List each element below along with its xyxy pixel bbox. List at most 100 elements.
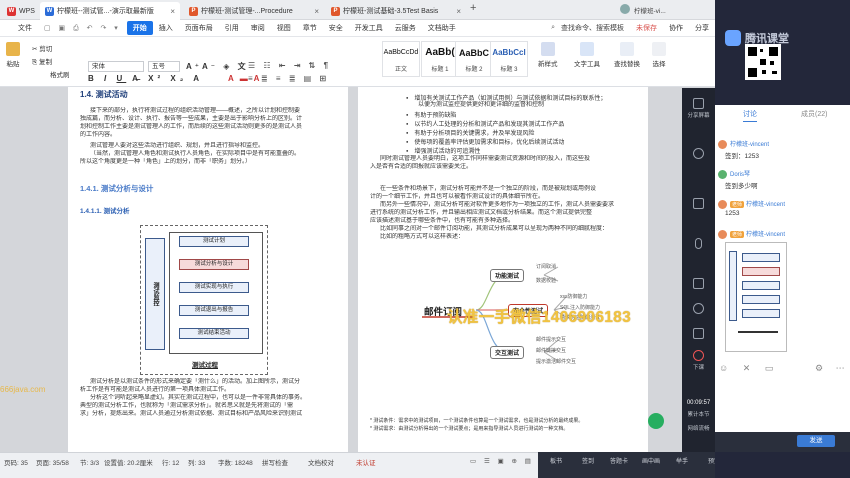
new-style-button[interactable]: 新样式 (538, 42, 558, 68)
menu-layout[interactable]: 页面布局 (179, 23, 219, 33)
end-class-button[interactable]: 下课 (682, 350, 715, 371)
paragraph-align-icons[interactable]: ≡ ≣ ≡ ≣ ▤ ⊞ (248, 74, 329, 83)
font-size-select[interactable]: 五号 (148, 61, 180, 72)
chat-message-text: 1253 (725, 210, 740, 217)
wps-logo-icon: W (7, 6, 16, 16)
live-tool-hand[interactable]: 举手 (676, 456, 688, 465)
menu-review[interactable]: 审阅 (245, 23, 271, 33)
section-heading: 1.4. 测试活动 (80, 90, 128, 99)
tab-wps-home[interactable]: W WPS (2, 2, 40, 20)
live-button[interactable] (682, 148, 715, 161)
bullet-item: 增强测试活动的可追溯性 (406, 146, 480, 155)
menu-home[interactable]: 开始 (126, 21, 153, 35)
sound-button[interactable] (682, 278, 715, 291)
font-family-select[interactable]: 宋体 (88, 61, 144, 72)
quick-access-icons[interactable]: ▢ ▣ ⎙ ↶ ↷ ▾ (38, 24, 127, 33)
status-section: 节: 3/3 (80, 460, 100, 467)
qr-code (745, 44, 781, 80)
paste-button[interactable]: 粘贴 (6, 42, 20, 68)
avatar (718, 169, 727, 179)
menu-insert[interactable]: 插入 (153, 23, 179, 33)
font-grow-shrink-icons[interactable]: A⁺A⁻ ◈ 文 (186, 61, 249, 72)
status-proofread[interactable]: 文档校对 (308, 457, 334, 467)
tab-members[interactable]: 成员(22) (801, 109, 827, 119)
chat-input-tools-icons[interactable]: ☺ ✕ ▭ (719, 363, 779, 374)
thumb-caption-line (738, 329, 778, 333)
status-position: 设置值: 20.2厘米 (104, 460, 153, 467)
process-step: 测试计划 (179, 236, 249, 247)
avatar[interactable] (620, 4, 630, 14)
bullet-continuation: 以便为测试监控提供更好和更详细的监督和控制 (418, 102, 545, 108)
status-words[interactable]: 字数: 18248 (218, 457, 253, 467)
chat-message-text: 签到多少啊 (725, 183, 758, 190)
bullet-item: 以节约人工处理的分析和测试产品和发现其测试工作产品 (406, 119, 564, 128)
music-button[interactable] (682, 303, 715, 316)
chat-message-header: 柠檬班-vincent (718, 139, 769, 149)
tab-document-active[interactable]: W 柠檬班--测试管...-演示取最新版 × (40, 2, 180, 20)
menu-view[interactable]: 视图 (271, 23, 297, 33)
text-tool-button[interactable]: 文字工具 (574, 42, 600, 68)
menu-reference[interactable]: 引用 (219, 23, 245, 33)
hand-button[interactable] (682, 328, 715, 341)
view-mode-icons[interactable]: ▭ ☰ ▣ ⊕ ▤ ◎ (470, 457, 547, 465)
command-search[interactable]: 查找命令、搜索模板 (561, 23, 630, 33)
chat-panel: 讨论 成员(22) 柠檬班-vincent 签到：1253 Doris琴 签到多… (715, 105, 850, 435)
style-heading3[interactable]: AaBbCcl 标题 3 (490, 41, 528, 77)
style-heading2[interactable]: AaBbC 标题 2 (455, 41, 493, 77)
cut-button[interactable]: ✂ 剪切 (32, 43, 52, 53)
process-step: 测试结束活动 (179, 328, 249, 339)
close-tab-icon[interactable]: × (170, 7, 175, 16)
menu-cloud[interactable]: 云服务 (389, 23, 422, 33)
send-button[interactable]: 发送 (797, 435, 835, 447)
mic-button[interactable] (682, 238, 715, 251)
style-normal[interactable]: AaBbCcDd 正文 (382, 41, 420, 77)
tab-discussion[interactable]: 讨论 (743, 109, 757, 122)
style-heading1[interactable]: AaBb(标题 1 (421, 41, 459, 77)
menu-chapter[interactable]: 章节 (297, 23, 323, 33)
unsaved-label[interactable]: 未保存 (630, 23, 663, 33)
process-step: 测试退出与报告 (179, 305, 249, 316)
tab-test-basis[interactable]: P 柠檬班-测试基础-3.5Test Basis × (326, 2, 466, 20)
assistant-float-icon[interactable] (648, 413, 664, 429)
search-icon[interactable]: ⌕ (545, 24, 561, 32)
menu-devtools[interactable]: 开发工具 (349, 23, 389, 33)
avatar (718, 139, 727, 149)
select-button[interactable]: 选择 (652, 42, 666, 68)
page-left: 1.4. 测试活动 接下来的部分，执行将测试过程的组织活动管理——概述，之所以计… (68, 87, 348, 452)
menu-doc-assistant[interactable]: 文档助手 (422, 23, 462, 33)
status-page[interactable]: 页面: 35/58 (36, 457, 69, 467)
paragraph-line: 的工作内容。 (80, 132, 117, 138)
power-icon (693, 350, 704, 361)
status-certification[interactable]: 未认证 (356, 457, 376, 467)
tab-procedure[interactable]: P 柠檬班-测试管理-...Procedure × (184, 2, 324, 20)
copy-button[interactable]: ⎘ 复制 (32, 56, 52, 67)
live-tool-pip[interactable]: 画中画 (642, 456, 660, 465)
paste-icon (6, 42, 20, 56)
new-tab-icon[interactable]: + (470, 2, 476, 14)
live-tool-board[interactable]: 板书 (550, 456, 562, 465)
paragraph-list-icons[interactable]: ☰ ☷ ⇤ ⇥ ⇅ ¶ (248, 61, 331, 70)
chat-settings-icons[interactable]: ⚙ ⋯ (815, 363, 850, 374)
bold-italic-underline-icons[interactable]: B I U A̶ X² X₂ A (88, 74, 203, 83)
word-doc-icon: W (45, 6, 54, 16)
status-spell-check[interactable]: 拼写检查 (262, 457, 288, 467)
chat-image-thumbnail[interactable] (725, 242, 787, 352)
mindmap-leaf: 邮件链接交互 (536, 348, 567, 354)
live-tool-signin[interactable]: 签到 (582, 456, 594, 465)
share-screen-button[interactable]: 分享屏幕 (682, 98, 715, 119)
close-tab-icon[interactable]: × (314, 7, 319, 16)
format-painter-button[interactable]: 格式刷 (50, 69, 70, 79)
close-tab-icon[interactable]: × (456, 7, 461, 16)
share-button[interactable]: 分享 (689, 23, 715, 33)
thumb-side-box (729, 251, 737, 321)
status-row: 行: 12 (162, 460, 180, 467)
live-tool-quiz[interactable]: 答题卡 (610, 456, 628, 465)
document-area[interactable]: 1.4. 测试活动 接下来的部分，执行将测试过程的组织活动管理——概述，之所以计… (0, 87, 715, 452)
camera-button[interactable] (682, 198, 715, 211)
collab-button[interactable]: 协作 (663, 23, 689, 33)
menu-security[interactable]: 安全 (323, 23, 349, 33)
watermark-text: 认准一手微信1406906183 (447, 309, 632, 326)
new-style-icon (540, 42, 555, 56)
menu-file[interactable]: 文件 (0, 23, 38, 33)
find-replace-button[interactable]: 查找替换 (614, 42, 640, 68)
